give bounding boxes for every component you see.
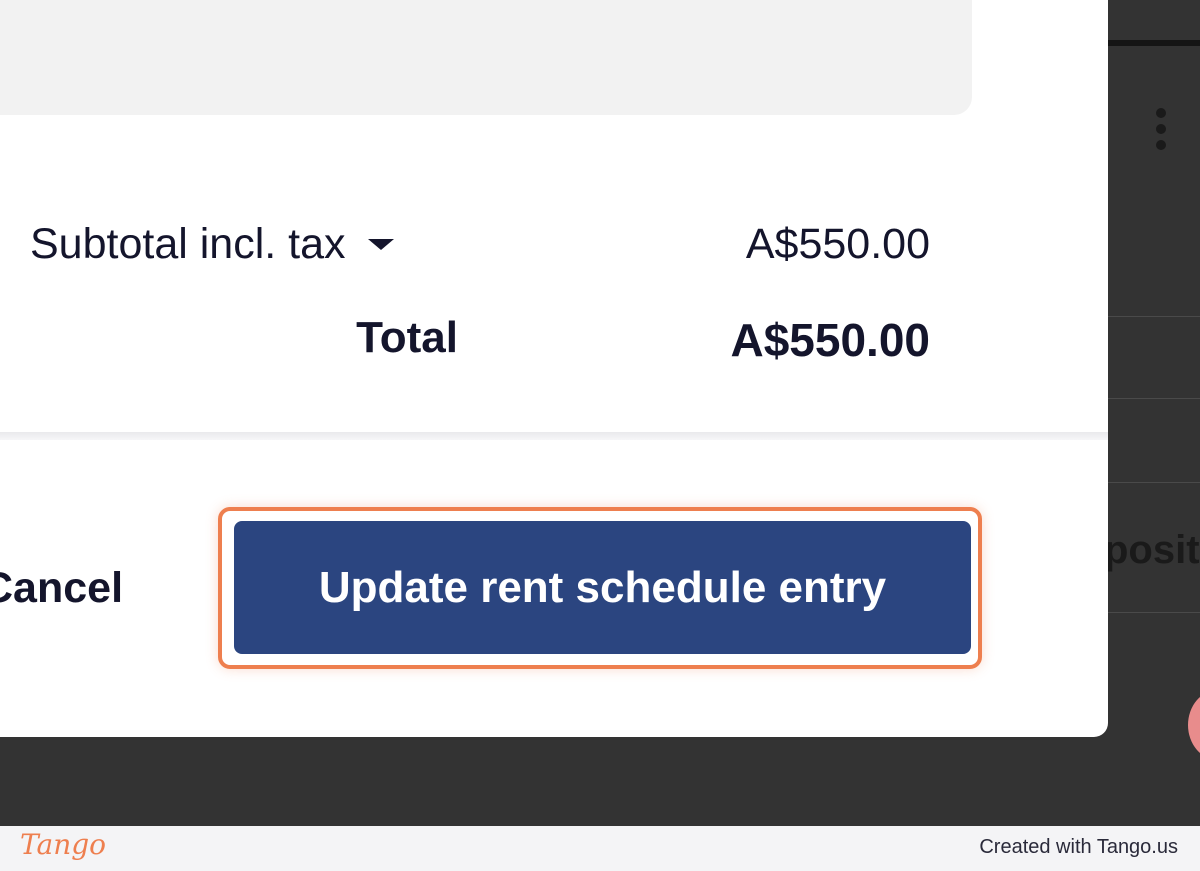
subtotal-label: Subtotal incl. tax xyxy=(30,220,346,268)
background-partial-text: posit xyxy=(1104,528,1200,572)
caret-down-icon xyxy=(367,239,394,250)
kebab-menu-icon[interactable] xyxy=(1150,108,1174,152)
background-top-border xyxy=(1108,40,1200,46)
background-row-divider xyxy=(1108,398,1200,399)
total-label: Total xyxy=(356,313,458,362)
subtotal-value: A$550.00 xyxy=(745,220,930,268)
footer-credit: Created with Tango.us xyxy=(979,836,1178,858)
footer-divider xyxy=(0,432,1108,440)
details-panel xyxy=(0,0,972,115)
subtotal-toggle[interactable]: Subtotal incl. tax xyxy=(30,220,394,269)
total-value: A$550.00 xyxy=(730,314,931,366)
cancel-button[interactable]: Cancel xyxy=(0,564,123,613)
update-rent-schedule-entry-button[interactable]: Update rent schedule entry xyxy=(234,521,971,654)
rent-schedule-modal: Subtotal incl. tax A$550.00 Total A$550.… xyxy=(0,0,1108,737)
background-row-divider xyxy=(1108,482,1200,483)
tango-logo: Tango xyxy=(20,828,107,861)
background-floating-button[interactable] xyxy=(1188,690,1200,760)
background-row-divider xyxy=(1108,612,1200,613)
background-row-divider xyxy=(1108,316,1200,317)
